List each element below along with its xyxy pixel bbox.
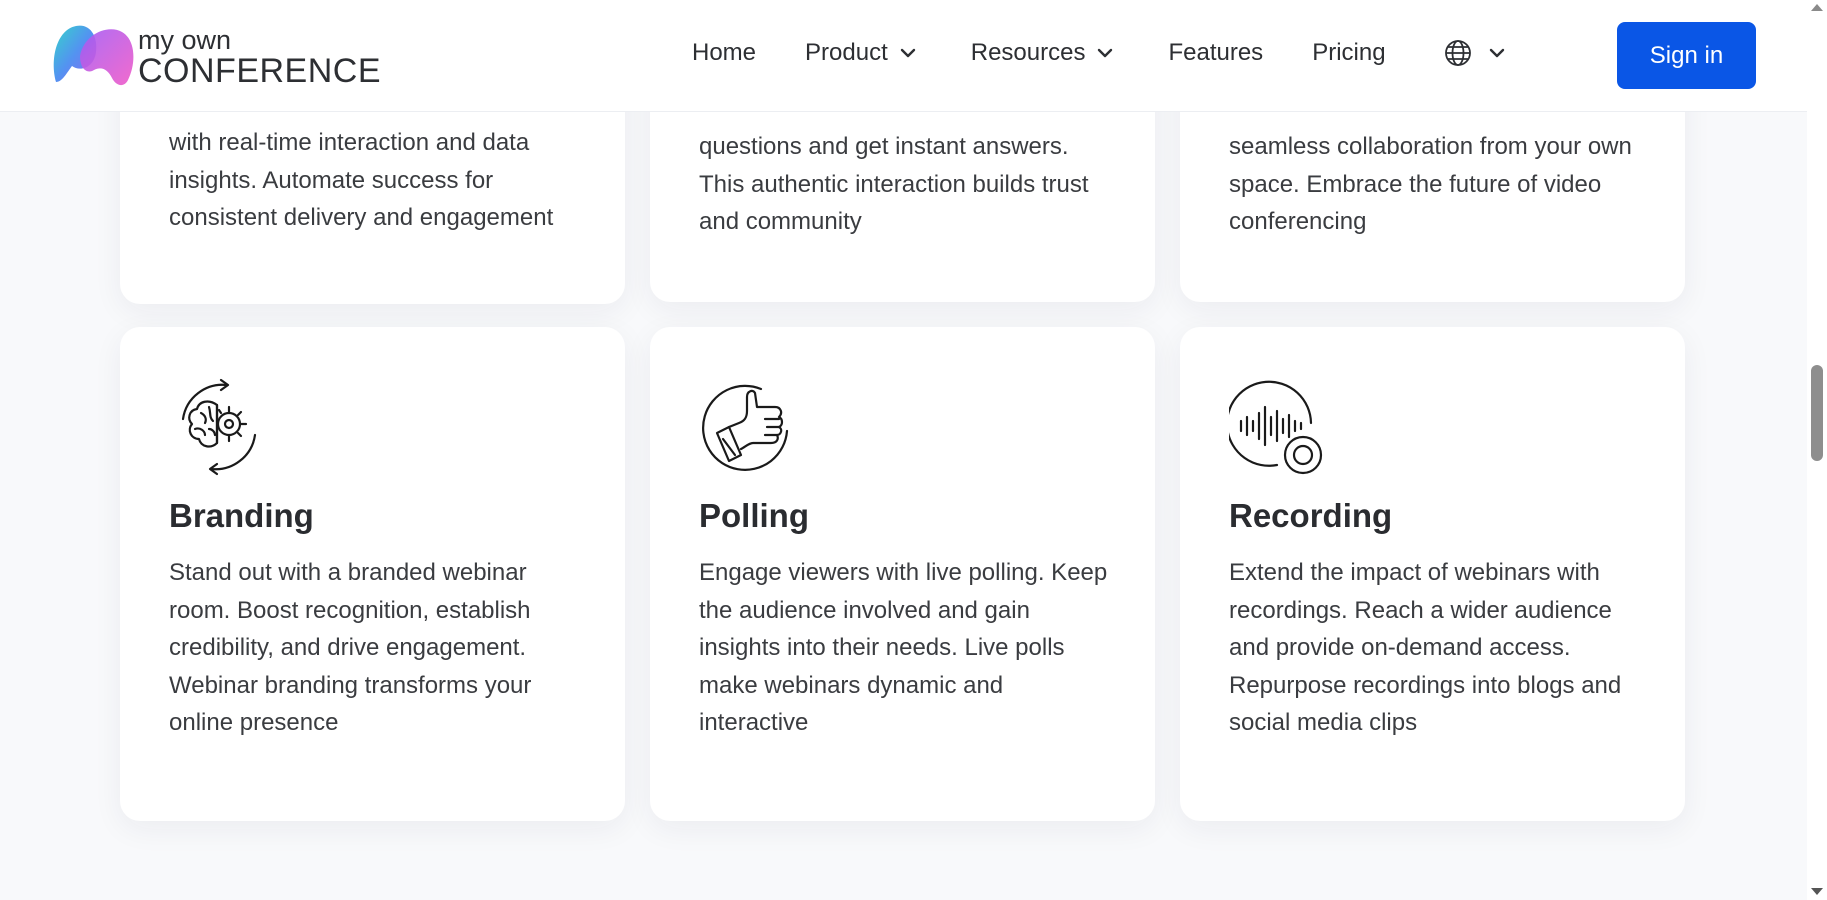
recording-icon [1229, 380, 1323, 475]
brain-gear-icon [181, 378, 257, 476]
language-selector[interactable] [1443, 38, 1507, 68]
scrollbar-thumb[interactable] [1811, 365, 1823, 461]
card-description: Stand out with a branded webinar room. B… [169, 559, 532, 737]
logo-wordmark: my own CONFERENCE [138, 25, 381, 88]
logo[interactable]: my own CONFERENCE [50, 22, 381, 90]
logo-icon [53, 25, 134, 86]
site-header: my own CONFERENCE Home Product Resources… [0, 0, 1807, 112]
card-description: Extend the impact of webinars with recor… [1229, 559, 1622, 737]
chevron-down-icon [1489, 48, 1504, 58]
chevron-down-icon [900, 48, 915, 58]
page: with real-time interaction and data insi… [0, 0, 1827, 900]
feature-card-branding: Branding Stand out with a branded webina… [120, 327, 625, 821]
nav-resources-dropdown[interactable]: Resources [971, 39, 1116, 67]
nav-features[interactable]: Features [1168, 39, 1263, 67]
nav-features-label: Features [1168, 39, 1264, 66]
nav-product-label: Product [805, 39, 888, 66]
logo-text-line1: my own [138, 24, 232, 55]
nav-home[interactable]: Home [692, 39, 756, 67]
logo-text-line2: CONFERENCE [138, 51, 382, 90]
thumbs-up-icon [702, 384, 789, 471]
nav-product-dropdown[interactable]: Product [805, 39, 918, 67]
card-description: with real-time interaction and data insi… [169, 129, 554, 232]
nav-pricing[interactable]: Pricing [1312, 39, 1385, 67]
globe-icon [1444, 40, 1471, 66]
card-title: Branding [169, 497, 314, 534]
sign-in-button[interactable]: Sign in [1617, 22, 1756, 89]
main-nav: Home Product Resources Features Pricing [692, 38, 1507, 68]
card-title: Polling [699, 497, 809, 534]
nav-pricing-label: Pricing [1312, 39, 1386, 66]
card-description: questions and get instant answers. This … [699, 133, 1089, 236]
nav-home-label: Home [692, 39, 757, 66]
nav-resources-label: Resources [970, 39, 1086, 66]
card-description: seamless collaboration from your own spa… [1229, 133, 1632, 236]
scroll-down-arrow-icon[interactable] [1811, 888, 1823, 895]
card-description: Engage viewers with live polling. Keep t… [699, 559, 1108, 737]
chevron-down-icon [1098, 48, 1113, 58]
card-title: Recording [1229, 497, 1393, 534]
page-scrollbar[interactable] [1807, 0, 1827, 900]
feature-card-recording: Recording Extend the impact of webinars … [1180, 327, 1685, 821]
scroll-up-arrow-icon[interactable] [1811, 4, 1823, 11]
feature-card-polling: Polling Engage viewers with live polling… [650, 327, 1155, 821]
